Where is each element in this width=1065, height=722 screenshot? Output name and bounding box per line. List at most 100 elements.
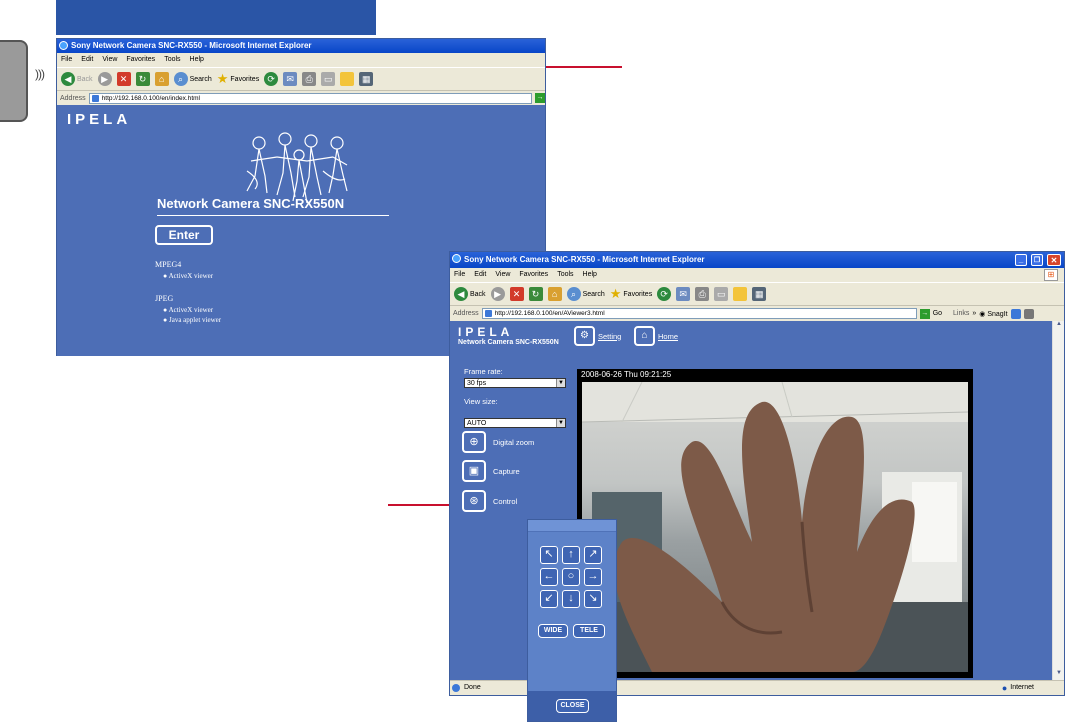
home-position-icon[interactable]: ○	[562, 568, 580, 586]
left-arrow-icon[interactable]: ←	[540, 568, 558, 586]
menu-view[interactable]: View	[495, 268, 510, 282]
up-left-arrow-icon[interactable]: ↖	[540, 546, 558, 564]
refresh-icon[interactable]: ↻	[528, 287, 543, 301]
jpeg-heading: JPEG	[155, 294, 174, 303]
restore-button[interactable]: ❐	[1031, 254, 1043, 266]
favorites-button[interactable]: ★ Favorites	[217, 71, 259, 87]
search-button[interactable]: ⌕ Search	[566, 287, 605, 301]
down-arrow-icon[interactable]: ↓	[562, 590, 580, 608]
camera-image	[582, 382, 968, 672]
window-title: Sony Network Camera SNC-RX550 - Microsof…	[71, 41, 312, 50]
tele-button[interactable]: TELE	[573, 624, 605, 638]
view-size-select[interactable]: AUTO ▼	[464, 418, 566, 428]
print-icon[interactable]: ⎙	[695, 287, 710, 301]
home-icon[interactable]: ⌂	[547, 287, 562, 301]
menu-help[interactable]: Help	[190, 53, 204, 67]
search-label: Search	[189, 75, 212, 83]
capture-button[interactable]: ▣ Capture	[462, 460, 520, 482]
menu-edit[interactable]: Edit	[81, 53, 93, 67]
refresh-icon[interactable]: ↻	[135, 72, 150, 86]
close-control-button[interactable]: CLOSE	[556, 699, 589, 713]
menu-tools[interactable]: Tools	[557, 268, 573, 282]
address-label: Address	[453, 310, 479, 317]
title-bar[interactable]: Sony Network Camera SNC-RX550 - Microsof…	[57, 39, 545, 53]
vertical-scrollbar[interactable]: ▲ ▼	[1052, 321, 1064, 680]
title-bar[interactable]: Sony Network Camera SNC-RX550 - Microsof…	[450, 252, 1064, 268]
search-button[interactable]: ⌕ Search	[173, 72, 212, 86]
up-right-arrow-icon[interactable]: ↗	[584, 546, 602, 564]
jpeg-activex-link[interactable]: ● ActiveX viewer	[163, 306, 213, 314]
menu-favorites[interactable]: Favorites	[126, 53, 155, 67]
back-button[interactable]: ◀ Back	[61, 72, 93, 86]
down-left-arrow-icon[interactable]: ↙	[540, 590, 558, 608]
go-label: Go	[932, 310, 943, 317]
go-button[interactable]: →	[919, 308, 930, 319]
minimize-button[interactable]: _	[1015, 254, 1027, 266]
window-title: Sony Network Camera SNC-RX550 - Microsof…	[464, 255, 705, 264]
ie-icon	[59, 41, 68, 50]
home-icon[interactable]: ⌂	[154, 72, 169, 86]
links-label[interactable]: Links	[953, 310, 969, 317]
menu-file[interactable]: File	[454, 268, 465, 282]
address-input[interactable]: http://192.168.0.100/en/AViewer3.html	[481, 308, 917, 319]
scroll-up-icon[interactable]: ▲	[1054, 321, 1064, 331]
forward-icon[interactable]: ▶	[97, 72, 112, 86]
folder-icon[interactable]	[340, 72, 355, 86]
internet-zone: ● Internet	[1002, 681, 1034, 695]
scroll-down-icon[interactable]: ▼	[1054, 670, 1064, 680]
favorites-button[interactable]: ★ Favorites	[610, 286, 652, 302]
windows-logo-icon: ⊞	[1044, 269, 1058, 281]
folder-icon[interactable]	[733, 287, 748, 301]
menu-file[interactable]: File	[61, 53, 72, 67]
digital-zoom-button[interactable]: ⊕ Digital zoom	[462, 431, 534, 453]
control-panel: ↖ ↑ ↗ ← ○ → ↙ ↓ ↘ WIDE TELE CLOSE	[527, 519, 617, 722]
frame-rate-label: Frame rate:	[464, 367, 503, 376]
capture-label: Capture	[493, 466, 520, 476]
control-button[interactable]: ⊛ Control	[462, 490, 517, 512]
jpeg-java-link[interactable]: ● Java applet viewer	[163, 316, 221, 324]
snagit-editor-icon[interactable]	[1023, 308, 1034, 319]
down-right-arrow-icon[interactable]: ↘	[584, 590, 602, 608]
search-label: Search	[582, 290, 605, 298]
snagit-capture-icon[interactable]	[1010, 308, 1021, 319]
history-icon[interactable]: ⟳	[657, 287, 672, 301]
frame-rate-value: 30 fps	[467, 380, 487, 387]
setting-icon: ⚙	[574, 326, 595, 346]
menu-edit[interactable]: Edit	[474, 268, 486, 282]
close-button[interactable]: ✕	[1047, 254, 1061, 266]
mail-icon[interactable]: ✉	[676, 287, 691, 301]
menu-favorites[interactable]: Favorites	[519, 268, 548, 282]
control-panel-footer: CLOSE	[528, 691, 616, 721]
home-link[interactable]: ⌂ Home	[634, 326, 678, 346]
research-icon[interactable]: ▦	[752, 287, 767, 301]
go-button[interactable]: →	[535, 93, 545, 103]
enter-button[interactable]: Enter	[155, 225, 213, 245]
edit-icon[interactable]: ▭	[321, 72, 336, 86]
mpeg4-heading: MPEG4	[155, 260, 182, 269]
forward-icon[interactable]: ▶	[490, 287, 505, 301]
menu-view[interactable]: View	[102, 53, 117, 67]
frame-rate-select[interactable]: 30 fps ▼	[464, 378, 566, 388]
hand-image	[582, 382, 968, 672]
mail-icon[interactable]: ✉	[283, 72, 298, 86]
mpeg4-activex-link[interactable]: ● ActiveX viewer	[163, 272, 213, 280]
status-done: Done	[464, 684, 481, 691]
history-icon[interactable]: ⟳	[264, 72, 279, 86]
wide-button[interactable]: WIDE	[538, 624, 568, 638]
home-label: Home	[658, 331, 679, 341]
edit-icon[interactable]: ▭	[714, 287, 729, 301]
menu-help[interactable]: Help	[583, 268, 597, 282]
menu-bar: File Edit View Favorites Tools Help	[57, 53, 545, 67]
back-button[interactable]: ◀ Back	[454, 287, 486, 301]
address-input[interactable]: http://192.168.0.100/en/index.html	[88, 92, 532, 104]
setting-link[interactable]: ⚙ Setting	[574, 326, 621, 346]
research-icon[interactable]: ▦	[359, 72, 374, 86]
print-icon[interactable]: ⎙	[302, 72, 317, 86]
up-arrow-icon[interactable]: ↑	[562, 546, 580, 564]
right-arrow-icon[interactable]: →	[584, 568, 602, 586]
snagit-button[interactable]: ◉ SnagIt	[979, 310, 1007, 318]
menu-tools[interactable]: Tools	[164, 53, 180, 67]
stop-icon[interactable]: ✕	[509, 287, 524, 301]
control-panel-titlebar[interactable]	[528, 520, 616, 532]
stop-icon[interactable]: ✕	[116, 72, 131, 86]
